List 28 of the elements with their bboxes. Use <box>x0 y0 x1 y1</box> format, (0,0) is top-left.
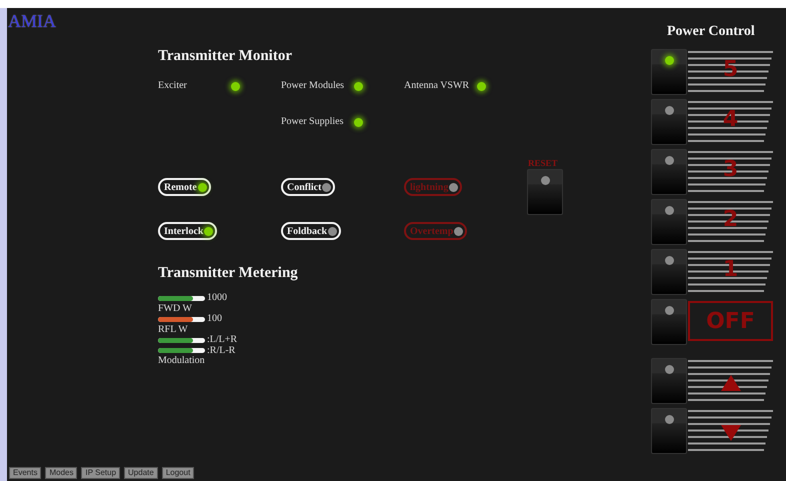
nav-button[interactable]: IP Setup <box>81 467 120 479</box>
indicator-label: Exciter <box>158 80 187 91</box>
nav-button[interactable]: Events <box>9 467 42 479</box>
pill-label: Conflict <box>287 180 322 194</box>
logo-text: AMIA <box>8 11 56 31</box>
nav-button[interactable]: Modes <box>45 467 78 479</box>
meter-label: FWD W <box>158 304 192 314</box>
indicator-label: Power Modules <box>281 80 344 91</box>
pill-label: Overtemp <box>410 224 454 238</box>
meter-reading: :R/L-R <box>207 346 236 356</box>
meter-reading: 1000 <box>207 293 227 304</box>
nav-button[interactable]: Update <box>124 467 158 479</box>
section-title: Transmitter Metering <box>158 264 298 282</box>
indicator-label: Antenna VSWR <box>404 80 470 91</box>
pill-label: Foldback <box>287 224 328 238</box>
section-title: Transmitter Monitor <box>158 47 292 65</box>
meter-label: Modulation <box>158 356 205 366</box>
meter-reading: :L/L+R <box>207 335 238 346</box>
pill-label: Remote <box>164 180 197 194</box>
meter-reading: 100 <box>207 314 222 324</box>
pill-label: lightning <box>410 180 448 194</box>
meter-label: RFL W <box>158 324 188 335</box>
nav-button[interactable]: Logout <box>162 467 194 479</box>
off-indicator: OFF <box>688 301 773 341</box>
indicator-label: Power Supplies <box>281 116 344 127</box>
pill-label: Interlock <box>164 224 204 238</box>
reset-label: RESET <box>528 157 558 169</box>
section-title: Power Control <box>667 23 755 41</box>
